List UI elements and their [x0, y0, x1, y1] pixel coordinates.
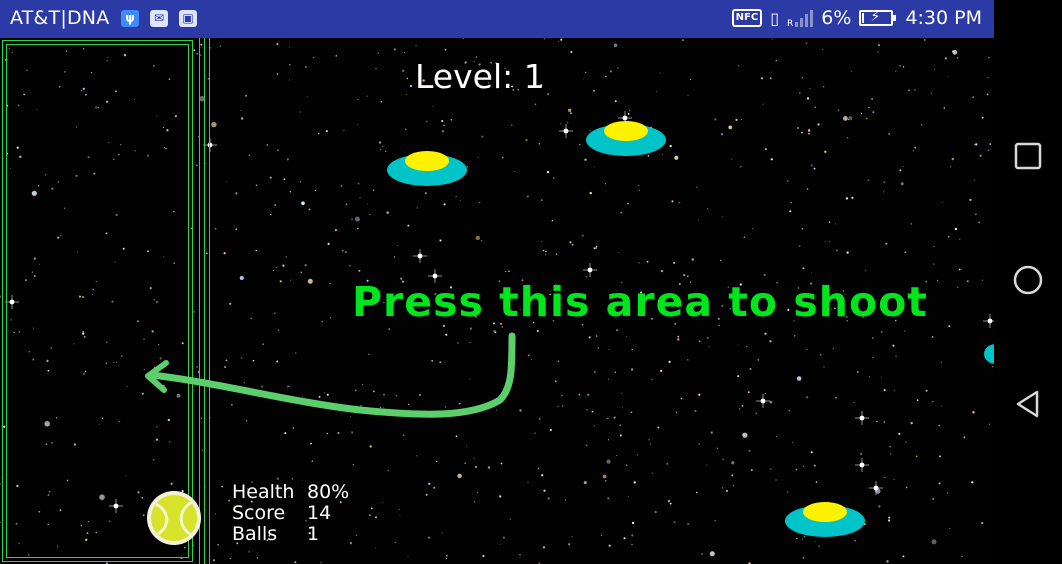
back-button[interactable]: [1012, 388, 1044, 420]
balls-row: Balls 1: [232, 524, 349, 545]
balls-value: 1: [307, 523, 320, 545]
balls-label: Balls: [232, 523, 278, 545]
status-right-group: NFC ▯ R 6% ⚡ 4:30 PM: [731, 7, 982, 29]
status-bar: AT&T|DNA ψ ✉ ▣ NFC ▯ R 6% ⚡ 4:30 PM: [0, 0, 994, 38]
health-row: Health 80%: [232, 482, 349, 503]
score-label: Score: [232, 502, 286, 524]
battery-percent: 6%: [821, 7, 852, 29]
hud-stats: Health 80% Score 14 Balls 1: [232, 482, 349, 545]
score-value: 14: [307, 502, 332, 524]
recents-button[interactable]: [1012, 140, 1044, 172]
health-label: Health: [232, 481, 295, 503]
navigation-bar: [994, 0, 1062, 564]
health-value: 80%: [307, 481, 350, 503]
home-icon: [1013, 265, 1043, 295]
recents-icon: [1014, 142, 1042, 170]
battery-charging-icon: ⚡: [859, 9, 897, 26]
clock: 4:30 PM: [905, 7, 982, 29]
gallery-icon: ▣: [179, 10, 197, 27]
roaming-indicator: R: [787, 19, 794, 29]
score-row: Score 14: [232, 503, 349, 524]
battery-level-fill: [862, 13, 865, 23]
mail-icon: ✉: [150, 10, 168, 27]
instruction-arrow: [145, 332, 516, 418]
usb-icon: ψ: [121, 10, 139, 27]
vibrate-icon: ▯: [770, 8, 780, 28]
nfc-icon: NFC: [731, 9, 763, 27]
back-icon: [1016, 390, 1039, 418]
carrier-name: AT&T|DNA: [10, 7, 110, 29]
game-canvas[interactable]: Level: 1 Press this area to shoot Health…: [0, 38, 994, 564]
charging-bolt-icon: ⚡: [870, 9, 881, 25]
signal-icon: [795, 9, 814, 27]
tennis-ball-player[interactable]: [146, 490, 202, 546]
home-button[interactable]: [1012, 264, 1044, 296]
